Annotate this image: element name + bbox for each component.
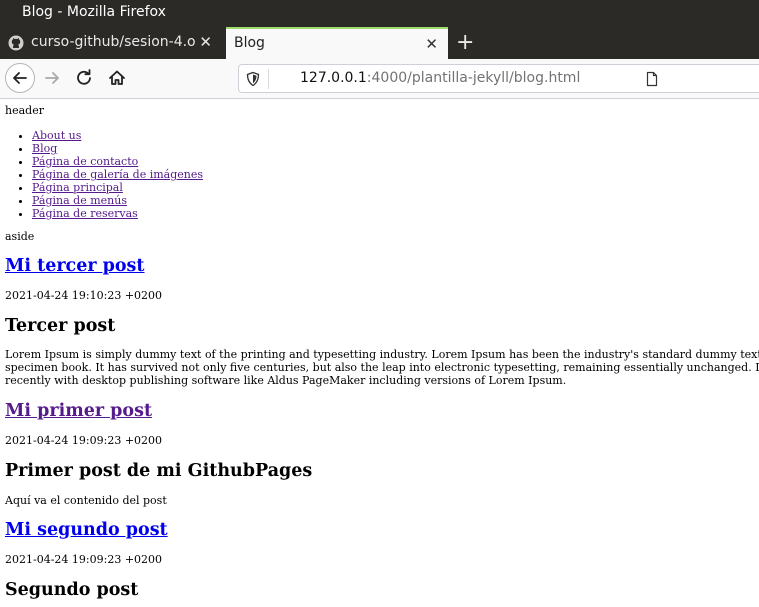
post-heading: Primer post de mi GithubPages: [5, 461, 313, 481]
nav-item: Blog: [32, 142, 203, 155]
nav-item: Página de menús: [32, 194, 203, 207]
nav-item: About us: [32, 129, 203, 142]
url-text[interactable]: 127.0.0.1:4000/plantilla-jekyll/blog.htm…: [300, 70, 580, 86]
nav-link-galeria[interactable]: Página de galería de imágenes: [32, 168, 203, 181]
nav-item: Página de galería de imágenes: [32, 168, 203, 181]
nav-link-menus[interactable]: Página de menús: [32, 194, 127, 207]
url-separator: [268, 69, 269, 89]
post-body-line: Lorem Ipsum is simply dummy text of the …: [5, 348, 759, 361]
home-button[interactable]: [103, 63, 133, 93]
post-body-line: Aquí va el contenido del post: [5, 494, 167, 507]
new-tab-plus-icon[interactable]: +: [456, 30, 474, 55]
post-title: Mi tercer post: [5, 256, 145, 276]
nav-link-principal[interactable]: Página principal: [32, 181, 123, 194]
window-title: Blog - Mozilla Firefox: [22, 4, 166, 20]
post-date: 2021-04-24 19:09:23 +0200: [5, 434, 163, 447]
arrow-right-icon: [45, 72, 59, 84]
aside-text: aside: [5, 230, 35, 243]
post-heading: Tercer post: [5, 316, 116, 336]
close-icon[interactable]: ✕: [425, 35, 438, 53]
shield-icon[interactable]: [246, 71, 260, 87]
post-link[interactable]: Mi primer post: [5, 401, 152, 421]
home-icon: [109, 70, 125, 85]
site-nav: About us Blog Página de contacto Página …: [5, 129, 203, 220]
arrow-left-icon: [13, 72, 27, 84]
tab-label: Blog: [234, 35, 265, 51]
post-body-line: recently with desktop publishing softwar…: [5, 374, 567, 387]
post-date: 2021-04-24 19:10:23 +0200: [5, 289, 163, 302]
forward-button[interactable]: [39, 63, 69, 93]
tab-github[interactable]: curso-github/sesion-4.or ✕: [0, 27, 222, 59]
tab-label: curso-github/sesion-4.or: [31, 34, 196, 50]
nav-link-about-us[interactable]: About us: [32, 129, 81, 142]
post-title: Mi segundo post: [5, 520, 168, 540]
post-title: Mi primer post: [5, 401, 152, 421]
reload-icon: [77, 69, 91, 85]
nav-link-reservas[interactable]: Página de reservas: [32, 207, 138, 220]
url-path: :4000/plantilla-jekyll/blog.html: [366, 70, 581, 86]
window-titlebar: Blog - Mozilla Firefox: [0, 0, 759, 27]
post-date: 2021-04-24 19:09:23 +0200: [5, 553, 163, 566]
nav-item: Página principal: [32, 181, 203, 194]
header-text: header: [5, 104, 44, 117]
nav-item: Página de reservas: [32, 207, 203, 220]
nav-item: Página de contacto: [32, 155, 203, 168]
post-body: Lorem Ipsum is simply dummy text of the …: [5, 348, 759, 387]
url-bar[interactable]: 127.0.0.1:4000/plantilla-jekyll/blog.htm…: [238, 64, 759, 93]
post-body-line: specimen book. It has survived not only …: [5, 361, 759, 374]
url-host: 127.0.0.1: [300, 70, 367, 86]
back-button[interactable]: [5, 63, 35, 93]
post-heading: Segundo post: [5, 580, 139, 600]
close-icon[interactable]: ✕: [199, 33, 212, 51]
post-body: Aquí va el contenido del post: [5, 494, 167, 507]
tab-blog[interactable]: Blog ✕: [226, 27, 448, 59]
nav-link-blog[interactable]: Blog: [32, 142, 57, 155]
reload-button[interactable]: [71, 63, 101, 93]
nav-link-contacto[interactable]: Página de contacto: [32, 155, 138, 168]
navigation-toolbar: 127.0.0.1:4000/plantilla-jekyll/blog.htm…: [0, 59, 759, 99]
github-icon: [8, 35, 24, 51]
post-link[interactable]: Mi segundo post: [5, 520, 168, 540]
post-link[interactable]: Mi tercer post: [5, 256, 145, 276]
tab-strip: curso-github/sesion-4.or ✕ Blog ✕ +: [0, 27, 759, 59]
